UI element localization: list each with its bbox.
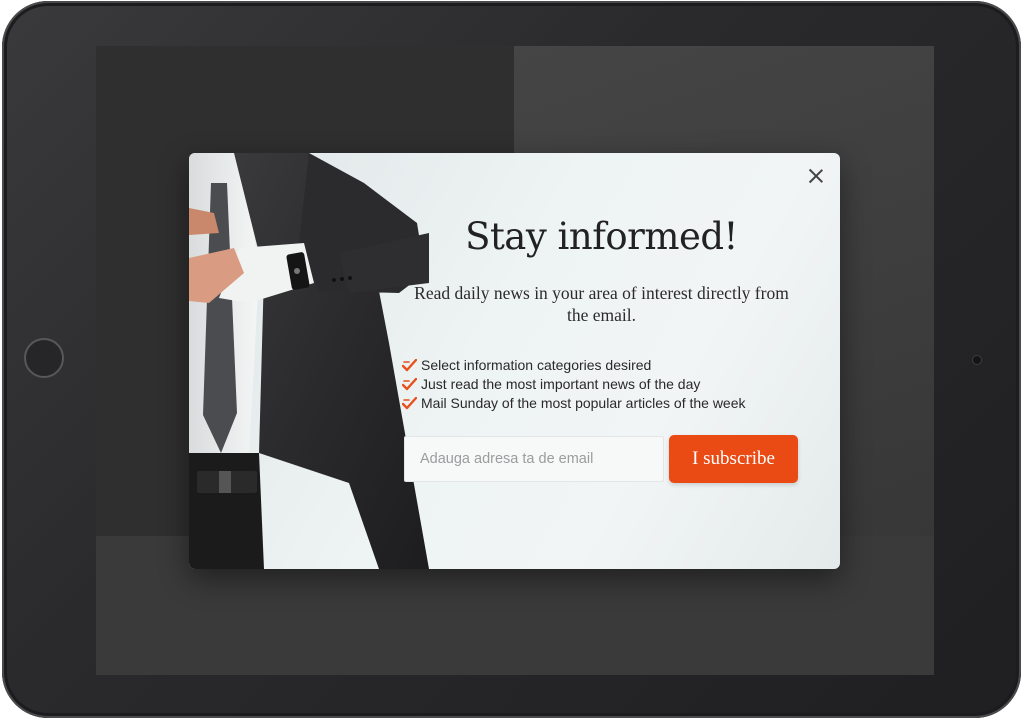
feature-item: Mail Sunday of the most popular articles…	[402, 394, 746, 413]
feature-text: Just read the most important news of the…	[421, 376, 701, 392]
check-icon	[402, 378, 417, 391]
tablet-frame: Stay informed! Read daily news in your a…	[2, 1, 1021, 718]
email-input[interactable]	[404, 436, 664, 482]
modal-subtitle: Read daily news in your area of interest…	[414, 283, 789, 325]
feature-text: Mail Sunday of the most popular articles…	[421, 395, 746, 411]
feature-list: Select information categories desired Ju…	[402, 356, 746, 413]
subscribe-button[interactable]: I subscribe	[669, 435, 798, 483]
camera-icon	[973, 356, 981, 364]
feature-item: Select information categories desired	[402, 356, 746, 375]
feature-item: Just read the most important news of the…	[402, 375, 746, 394]
subscribe-modal: Stay informed! Read daily news in your a…	[189, 153, 840, 569]
check-icon	[402, 359, 417, 372]
close-icon[interactable]	[806, 166, 826, 186]
feature-text: Select information categories desired	[421, 357, 652, 373]
businessman-photo	[189, 153, 429, 569]
modal-title: Stay informed!	[465, 215, 738, 258]
home-button-icon[interactable]	[24, 338, 64, 378]
check-icon	[402, 397, 417, 410]
